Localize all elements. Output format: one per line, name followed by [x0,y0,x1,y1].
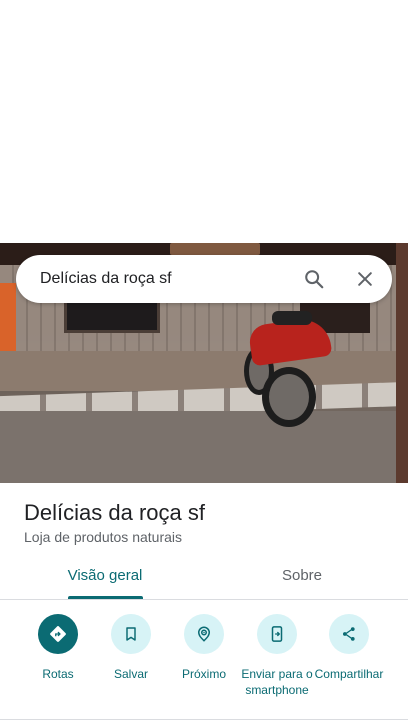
directions-icon [38,614,78,654]
share-label: Compartilhar [314,667,384,681]
divider [0,719,408,720]
search-bar[interactable]: Delícias da roça sf [16,255,392,303]
directions-label: Rotas [42,667,74,681]
tab-about[interactable]: Sobre [232,556,372,600]
place-title: Delícias da roça sf [24,500,205,525]
directions-button[interactable]: Rotas [18,614,98,682]
share-icon [329,614,369,654]
save-label: Salvar [113,667,148,681]
nearby-button[interactable]: Próximo [164,614,244,682]
nearby-icon [184,614,224,654]
photo-right-edge [396,243,408,483]
close-icon[interactable] [351,265,379,293]
send-to-phone-icon [257,614,297,654]
tab-bar: Visão geral Sobre [0,556,408,600]
bookmark-icon [111,614,151,654]
photo-motorcycle-front-wheel [262,367,316,427]
map-area[interactable] [0,0,408,243]
share-button[interactable]: Compartilhar [309,614,389,682]
photo-sign [170,243,260,255]
tab-indicator [68,596,143,599]
search-icon[interactable] [300,265,328,293]
search-input[interactable]: Delícias da roça sf [40,255,172,303]
photo-road [0,411,408,483]
place-category[interactable]: Loja de produtos naturais [24,529,182,545]
send-to-phone-button[interactable]: Enviar para o smartphone [237,614,317,698]
photo-motorcycle-seat [272,311,312,325]
nearby-label: Próximo [181,667,226,681]
send-to-phone-label: Enviar para o smartphone [241,667,313,697]
save-button[interactable]: Salvar [91,614,171,682]
tab-overview[interactable]: Visão geral [34,556,176,600]
action-bar: Rotas Salvar Próximo Enviar para o smart… [0,610,408,716]
